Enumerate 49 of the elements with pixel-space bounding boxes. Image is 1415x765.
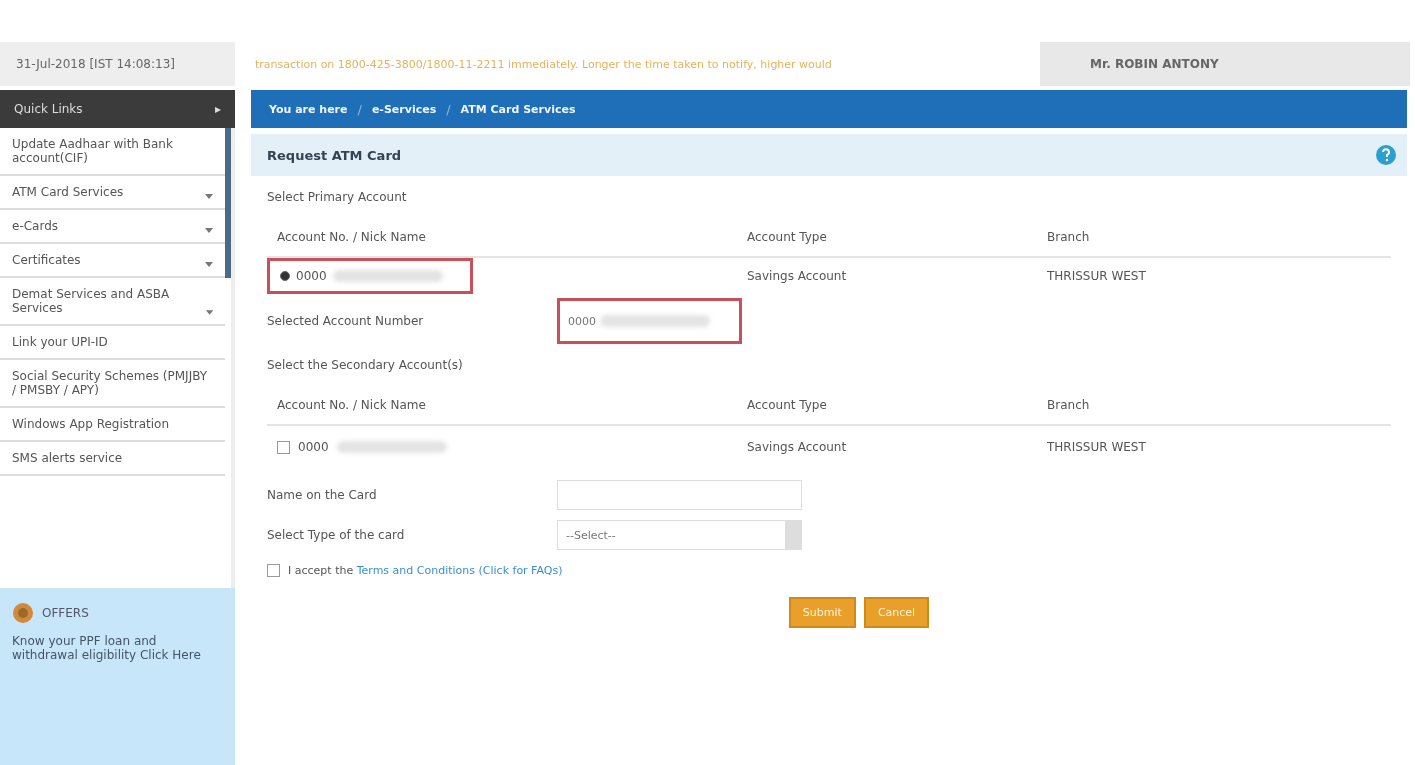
table-cell-text: THRISSUR WEST: [1046, 268, 1147, 285]
caret-icon: [205, 194, 213, 199]
quick-links-bar[interactable]: Quick Links ▸: [0, 90, 235, 128]
caret-icon: [205, 228, 213, 233]
name-input-field[interactable]: [557, 480, 802, 510]
sidebar-item[interactable]: SMS alerts service: [0, 442, 225, 476]
column-header: Account No. / Nick Name: [267, 218, 737, 258]
section-label: Select the Secondary Account(s): [267, 357, 464, 374]
table-cell-text: Savings Account: [746, 268, 848, 285]
date-time: 31-Jul-2018 [IST 14:08:13]: [0, 42, 235, 86]
caret-icon: [205, 310, 213, 315]
card-type-select[interactable]: --Select--: [557, 520, 802, 550]
breadcrumb-link[interactable]: e-Services: [371, 102, 437, 116]
notice-ticker: transaction on 1800-425-3800/1800-11-2211 immediately. Longer the time taken to notify, higher would: [254, 57, 833, 71]
checkbox[interactable]: [277, 440, 290, 454]
account-number-field[interactable]: 0000: [557, 298, 742, 344]
field-label: Selected Account Number: [267, 314, 425, 328]
column-header: Branch: [1037, 218, 1391, 258]
section-label: Select Primary Account: [267, 189, 408, 206]
account-option[interactable]: 0000: [267, 258, 473, 294]
column-header: Account Type: [737, 386, 1037, 426]
help-icon[interactable]: [1375, 144, 1397, 166]
breadcrumb-link[interactable]: You are here: [269, 102, 348, 116]
breadcrumb-separator: /: [357, 101, 362, 117]
account-number: 0000: [298, 440, 329, 454]
offers-title: OFFERS: [42, 606, 89, 620]
user-name: Mr. ROBIN ANTONY: [1040, 42, 1410, 86]
sidebar-item[interactable]: Windows App Registration: [0, 408, 225, 442]
breadcrumb-link[interactable]: ATM Card Services: [460, 102, 576, 116]
breadcrumb-separator: /: [446, 101, 451, 117]
terms-text: I accept the Terms and Conditions (Click for FAQs): [288, 564, 563, 577]
checkbox[interactable]: [267, 564, 280, 577]
scrollbar[interactable]: [225, 128, 231, 278]
column-header: Branch: [1037, 386, 1391, 426]
sidebar-item[interactable]: Demat Services and ASBA Services: [0, 278, 225, 326]
field-label: Name on the Card: [267, 488, 378, 502]
offer-link[interactable]: Know your PPF loan and withdrawal eligibility Click Here: [12, 634, 223, 662]
column-header: Account No. / Nick Name: [267, 386, 737, 426]
table-cell-text: THRISSUR WEST: [1046, 439, 1147, 456]
column-header: Account Type: [737, 218, 1037, 258]
panel-title: Request ATM Card: [267, 147, 402, 163]
sidebar-item[interactable]: Link your UPI-ID: [0, 326, 225, 360]
terms-link[interactable]: Terms and Conditions (Click for FAQs): [356, 564, 563, 577]
caret-icon: [205, 262, 213, 267]
offer-icon: [12, 602, 34, 624]
field-label: Select Type of the card: [267, 528, 406, 542]
sidebar-item[interactable]: Social Security Schemes (PMJJBY / PMSBY / APY): [0, 360, 225, 408]
table-cell-text: Savings Account: [746, 439, 848, 456]
radio-button[interactable]: [280, 271, 290, 281]
